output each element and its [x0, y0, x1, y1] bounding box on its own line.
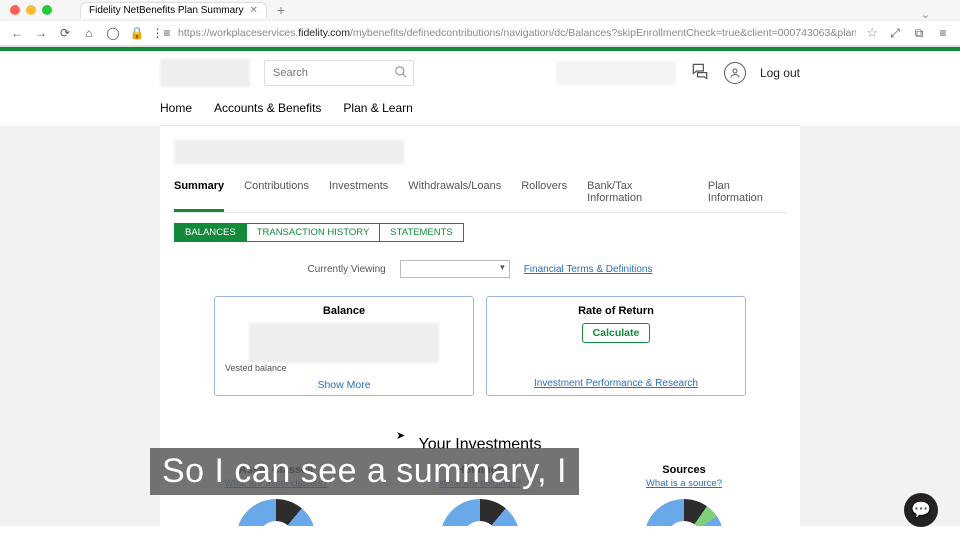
tab-summary[interactable]: Summary [174, 180, 224, 212]
logo[interactable] [160, 59, 250, 87]
summary-subtabs: BALANCES TRANSACTION HISTORY STATEMENTS [174, 223, 786, 242]
sources-column: Sources What is a source? [584, 464, 784, 526]
vested-balance-label: Vested balance [225, 363, 287, 373]
reload-icon[interactable]: ⟳ [58, 26, 72, 40]
tab-rollovers[interactable]: Rollovers [521, 180, 567, 212]
balance-amount [249, 323, 439, 363]
tab-planinfo[interactable]: Plan Information [708, 180, 786, 212]
sources-donut-chart[interactable] [644, 499, 724, 526]
balance-title: Balance [223, 305, 465, 317]
forward-icon[interactable]: → [34, 26, 48, 40]
close-window-icon[interactable] [10, 5, 20, 15]
nav-home[interactable]: Home [160, 101, 192, 115]
browser-chrome: ⌄ Fidelity NetBenefits Plan Summary ✕ + … [0, 0, 960, 47]
calculate-button[interactable]: Calculate [582, 323, 651, 343]
menu-icon[interactable]: ≡ [936, 26, 950, 40]
close-tab-icon[interactable]: ✕ [250, 5, 258, 16]
account-selector[interactable] [556, 61, 676, 85]
tab-withdrawals[interactable]: Withdrawals/Loans [408, 180, 501, 212]
what-source-link[interactable]: What is a source? [584, 478, 784, 489]
home-icon[interactable]: ⌂ [82, 26, 96, 40]
balance-card: Balance Vested balance Show More [214, 296, 474, 396]
currently-viewing-select[interactable] [400, 260, 510, 278]
extensions-icon[interactable]: ⧉ [912, 26, 926, 40]
asset-classes-donut-chart[interactable] [236, 499, 316, 526]
lock-icon: 🔒 [130, 26, 144, 40]
tab-contributions[interactable]: Contributions [244, 180, 309, 212]
address-bar: ← → ⟳ ⌂ ◯ 🔒 ⋮≡ https://workplaceservices… [0, 20, 960, 46]
video-caption: So I can see a summary, I [150, 448, 579, 495]
chat-widget-button[interactable]: 💬 [904, 493, 938, 527]
subtab-history[interactable]: TRANSACTION HISTORY [247, 223, 381, 242]
terms-definitions-link[interactable]: Financial Terms & Definitions [524, 264, 653, 275]
chevron-down-icon[interactable]: ⌄ [921, 8, 930, 21]
maximize-window-icon[interactable] [42, 5, 52, 15]
minimize-window-icon[interactable] [26, 5, 36, 15]
nav-plan-learn[interactable]: Plan & Learn [343, 101, 412, 115]
primary-nav: Home Accounts & Benefits Plan & Learn [160, 95, 800, 126]
back-icon[interactable]: ← [10, 26, 24, 40]
nav-accounts[interactable]: Accounts & Benefits [214, 101, 321, 115]
subtab-statements[interactable]: STATEMENTS [380, 223, 463, 242]
url-text[interactable]: https://workplaceservices.fidelity.com/m… [178, 27, 856, 39]
performance-research-link[interactable]: Investment Performance & Research [487, 378, 745, 389]
permissions-icon[interactable]: ⋮≡ [154, 26, 168, 40]
logout-link[interactable]: Log out [760, 66, 800, 80]
browser-tab[interactable]: Fidelity NetBenefits Plan Summary ✕ [80, 2, 267, 18]
tab-title: Fidelity NetBenefits Plan Summary [89, 5, 244, 16]
new-tab-button[interactable]: + [271, 2, 291, 18]
shield-icon[interactable]: ◯ [106, 26, 120, 40]
currently-viewing-label: Currently Viewing [308, 264, 386, 275]
plan-tabs: Summary Contributions Investments Withdr… [174, 180, 786, 213]
tab-investments[interactable]: Investments [329, 180, 388, 212]
search-icon[interactable] [394, 65, 408, 84]
sources-title: Sources [584, 464, 784, 476]
holdings-donut-chart[interactable] [440, 499, 520, 526]
rate-of-return-card: Rate of Return Calculate Investment Perf… [486, 296, 746, 396]
bookmark-icon[interactable]: ☆ [866, 25, 878, 41]
tab-banktax[interactable]: Bank/Tax Information [587, 180, 688, 212]
mouse-cursor-icon: ➤ [396, 429, 405, 442]
show-more-link[interactable]: Show More [215, 379, 473, 391]
expand-icon[interactable]: ⤢ [888, 26, 902, 40]
ror-title: Rate of Return [495, 305, 737, 317]
plan-title [174, 140, 404, 164]
messages-icon[interactable] [690, 61, 710, 86]
site-header: Log out [160, 51, 800, 95]
profile-icon[interactable] [724, 62, 746, 84]
subtab-balances[interactable]: BALANCES [174, 223, 247, 242]
search-input[interactable] [264, 60, 414, 86]
